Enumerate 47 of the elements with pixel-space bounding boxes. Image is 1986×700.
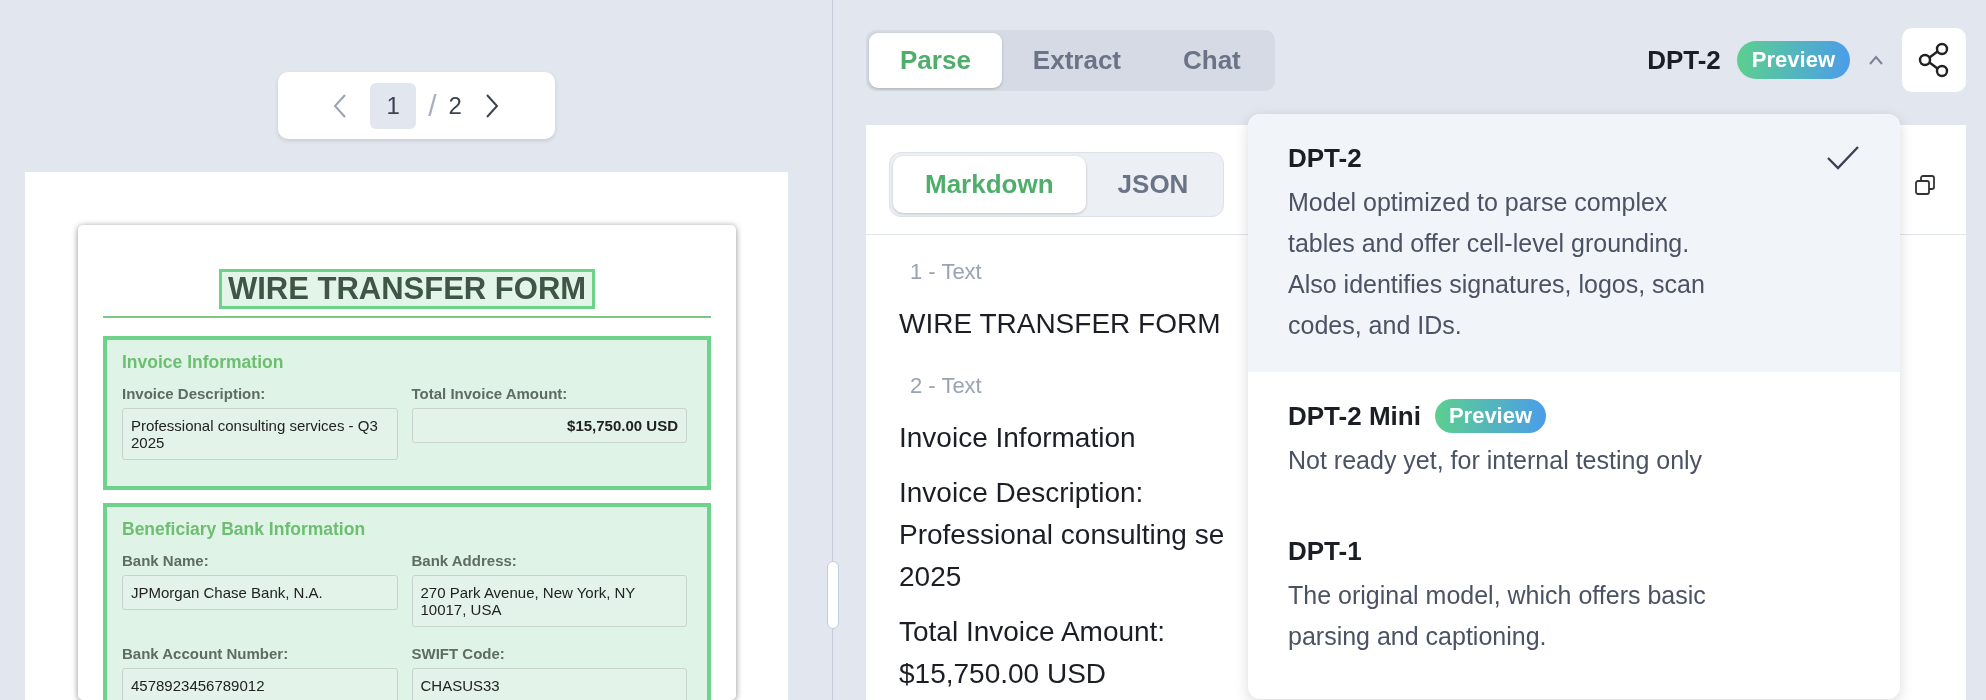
field-value: 4578923456789012: [122, 668, 398, 700]
page-total: 2: [448, 91, 462, 120]
field-label: Bank Name:: [122, 552, 210, 569]
page-separator: /: [428, 88, 437, 123]
next-page-icon[interactable]: [483, 92, 500, 119]
share-button[interactable]: [1902, 28, 1966, 92]
field-value: $15,750.00 USD: [411, 408, 687, 443]
field-label: Total Invoice Amount:: [411, 385, 569, 402]
field-label: Invoice Description:: [122, 385, 267, 402]
current-page-field[interactable]: 1: [370, 82, 417, 129]
field-value: Professional consulting services - Q3 2025: [122, 408, 398, 460]
parsed-text: Invoice Description:: [899, 476, 1144, 510]
model-option[interactable]: DPT-1 The original model, which offers basic parsing and captioning.: [1248, 507, 1900, 683]
model-option[interactable]: DPT-2 Mini Preview Not ready yet, for internal testing only: [1248, 372, 1900, 507]
model-option[interactable]: DPT-2 Model optimized to parse complex tables and offer cell-level grounding. Also identifies signatures, logos, scan codes, and IDs.: [1248, 114, 1900, 372]
parsed-text: Professional consulting se: [899, 518, 1225, 552]
model-name[interactable]: DPT-2: [1647, 44, 1721, 76]
option-name: DPT-2 Mini: [1288, 400, 1421, 432]
option-description: Not ready yet, for internal testing only: [1288, 445, 1704, 476]
checkmark-icon: [1826, 145, 1860, 171]
view-tab[interactable]: JSON: [1085, 156, 1221, 213]
parsed-text: Invoice Information: [899, 421, 1136, 455]
field-label: Bank Address:: [411, 552, 518, 569]
caret-icon[interactable]: [1868, 54, 1884, 66]
parsed-text: 2025: [899, 560, 962, 594]
section-heading: Beneficiary Bank Information: [122, 519, 367, 540]
parsed-text: $15,750.00 USD: [899, 657, 1107, 691]
field-value: CHASUS33: [411, 668, 687, 700]
share-icon: [1917, 42, 1951, 78]
section-heading: Invoice Information: [122, 352, 285, 373]
block-label: 2 - Text: [910, 373, 982, 399]
copy-icon[interactable]: [1914, 173, 1936, 196]
preview-badge: Preview: [1434, 399, 1547, 433]
block-label: 1 - Text: [910, 259, 982, 285]
field-label: SWIFT Code:: [411, 645, 506, 662]
parsed-text: Total Invoice Amount:: [899, 615, 1166, 649]
parsed-text: WIRE TRANSFER FORM: [899, 307, 1221, 341]
option-name: DPT-1: [1288, 535, 1362, 567]
option-name: DPT-2: [1288, 142, 1362, 174]
resize-handle[interactable]: [827, 561, 839, 629]
preview-badge: Preview: [1736, 41, 1850, 79]
form-title: WIRE TRANSFER FORM: [218, 269, 596, 309]
field-label: Bank Account Number:: [122, 645, 290, 662]
option-description: The original model, which offers basic parsing and captioning.: [1288, 580, 1707, 652]
field-value: JPMorgan Chase Bank, N.A.: [122, 575, 398, 610]
field-value: 270 Park Avenue, New York, NY 10017, USA: [411, 575, 687, 627]
option-description: Model optimized to parse complex tables and offer cell-level grounding. Also identifies signatures, logos, scan codes, and IDs.: [1288, 187, 1706, 341]
